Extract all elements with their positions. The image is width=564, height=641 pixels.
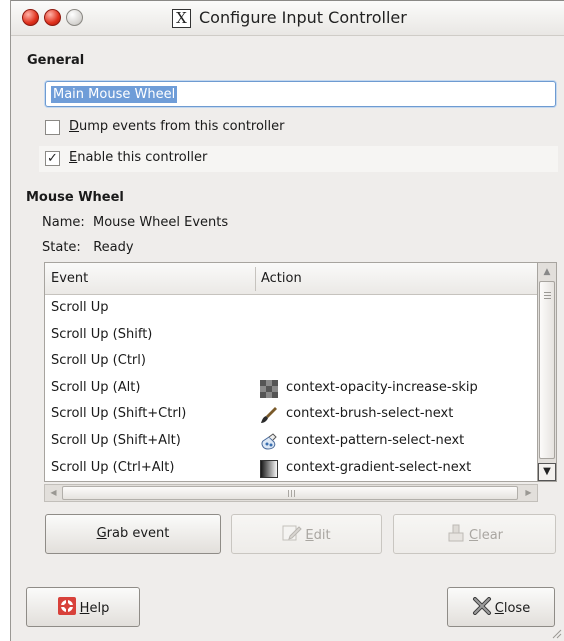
help-button[interactable]: Help xyxy=(26,587,140,627)
controller-name-input[interactable]: Main Mouse Wheel xyxy=(45,81,556,107)
x-app-icon: X xyxy=(172,9,191,28)
column-divider[interactable] xyxy=(255,267,256,291)
scroll-down-arrow-icon[interactable]: ▼ xyxy=(538,463,556,481)
scroll-left-arrow-icon[interactable]: ◀ xyxy=(46,486,61,500)
edit-button[interactable]: Edit xyxy=(231,514,382,554)
enable-controller-label: Enable this controller xyxy=(69,150,208,165)
close-x-icon xyxy=(472,597,492,615)
event-cell: Scroll Up (Ctrl+Alt) xyxy=(51,459,175,475)
clear-button[interactable]: Clear xyxy=(393,514,556,554)
vertical-scroll-thumb[interactable] xyxy=(539,281,555,459)
device-name-line: Name: Mouse Wheel Events xyxy=(42,215,229,230)
table-header: Event Action xyxy=(45,263,537,295)
event-cell: Scroll Up (Shift+Alt) xyxy=(51,432,181,448)
action-cell: context-pattern-select-next xyxy=(286,432,465,448)
gradient-icon xyxy=(260,459,278,478)
event-cell: Scroll Up (Shift) xyxy=(51,326,153,342)
event-cell: Scroll Up (Ctrl) xyxy=(51,353,146,369)
general-heading: General xyxy=(27,53,85,68)
close-button[interactable]: Close xyxy=(447,587,555,627)
scroll-up-arrow-icon[interactable]: ▲ xyxy=(539,264,555,280)
action-cell: context-gradient-select-next xyxy=(286,459,472,475)
mouse-wheel-heading: Mouse Wheel xyxy=(26,190,124,205)
column-header-event[interactable]: Event xyxy=(51,271,88,286)
maximize-window-icon[interactable] xyxy=(66,9,83,26)
table-row[interactable]: Scroll Up xyxy=(45,295,537,322)
configure-input-controller-window: X Configure Input Controller General Mai… xyxy=(10,0,564,641)
event-cell: Scroll Up (Alt) xyxy=(51,379,141,395)
table-row[interactable]: Scroll Up (Alt) context-opacity-increase-… xyxy=(45,375,537,402)
title-bar[interactable]: X Configure Input Controller xyxy=(11,0,564,36)
action-cell: context-brush-select-next xyxy=(286,406,454,422)
clear-icon xyxy=(446,524,466,542)
event-action-table: Event Action Scroll Up Scroll Up (Shift) S… xyxy=(44,262,538,482)
table-row[interactable]: Scroll Up (Ctrl) xyxy=(45,348,537,375)
window-title: Configure Input Controller xyxy=(199,8,407,27)
table-row[interactable]: Scroll Up (Shift+Ctrl) context-brush-sele… xyxy=(45,401,537,428)
opacity-icon xyxy=(260,379,278,398)
vertical-scrollbar[interactable]: ▲ ▼ xyxy=(538,262,557,482)
dump-events-label: Dump events from this controller xyxy=(69,119,285,134)
table-row[interactable]: Scroll Up (Ctrl+Alt) context-gradient-sel… xyxy=(45,455,537,481)
help-lifebuoy-icon xyxy=(57,597,77,615)
device-state-line: State: Ready xyxy=(42,240,134,255)
enable-controller-checkbox[interactable]: ✓ xyxy=(45,151,60,166)
brush-icon xyxy=(260,406,278,424)
event-cell: Scroll Up xyxy=(51,300,109,315)
scroll-right-arrow-icon[interactable]: ▶ xyxy=(521,486,536,500)
resize-grip-icon[interactable] xyxy=(552,629,562,639)
grab-event-button[interactable]: Grab event xyxy=(45,514,221,554)
event-cell: Scroll Up (Shift+Ctrl) xyxy=(51,406,187,422)
minimize-window-icon[interactable] xyxy=(44,9,61,26)
horizontal-scroll-thumb[interactable] xyxy=(62,486,518,500)
edit-icon xyxy=(282,524,303,542)
controller-name-value: Main Mouse Wheel xyxy=(51,86,178,103)
dump-events-checkbox[interactable] xyxy=(45,120,60,135)
table-body: Scroll Up Scroll Up (Shift) Scroll Up (Ctr… xyxy=(45,295,537,481)
table-row[interactable]: Scroll Up (Shift+Alt) context-pattern-sel… xyxy=(45,428,537,455)
horizontal-scrollbar[interactable]: ◀ ▶ xyxy=(44,484,538,502)
table-row[interactable]: Scroll Up (Shift) xyxy=(45,322,537,349)
close-window-icon[interactable] xyxy=(22,9,39,26)
action-cell: context-opacity-increase-skip xyxy=(286,379,478,395)
pattern-icon xyxy=(260,433,278,451)
column-header-action[interactable]: Action xyxy=(261,271,302,286)
